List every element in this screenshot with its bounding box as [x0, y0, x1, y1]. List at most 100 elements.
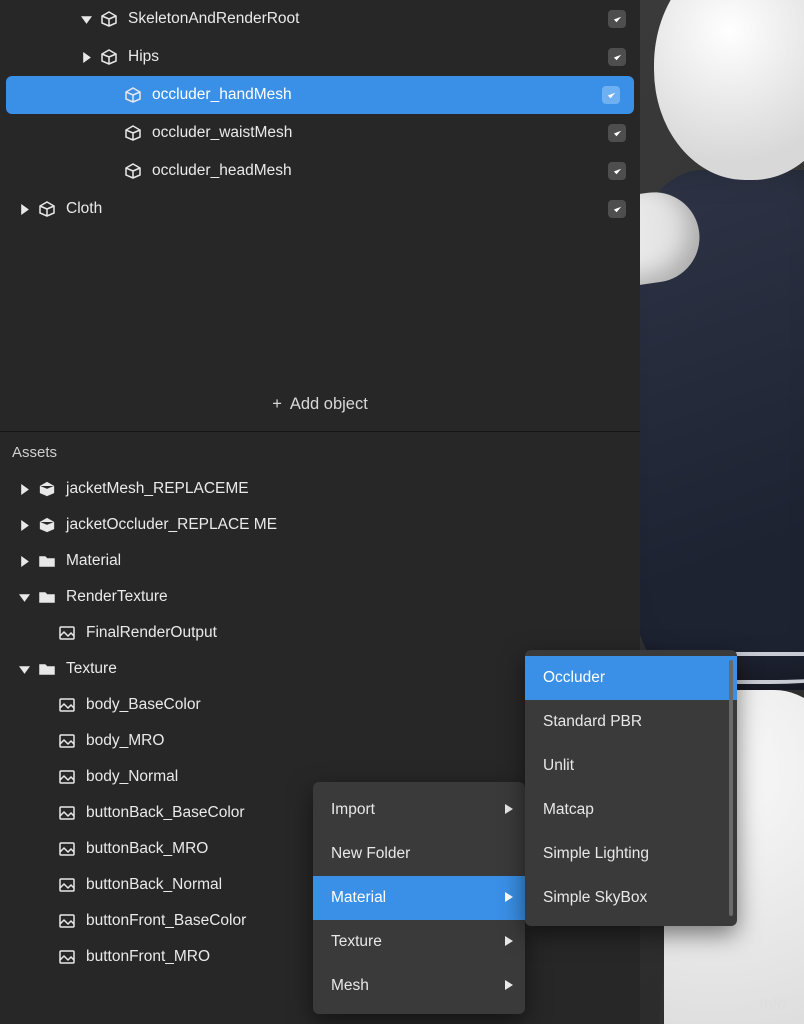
ctx-item-unlit[interactable]: Unlit: [525, 744, 737, 788]
image-icon: [58, 768, 76, 786]
ctx-label: New Folder: [331, 845, 410, 863]
plus-icon: +: [272, 395, 282, 414]
asset-label: buttonBack_BaseColor: [86, 804, 245, 822]
ctx-item-texture[interactable]: Texture: [313, 920, 525, 964]
folder-icon: [38, 552, 56, 570]
ctx-item-new-folder[interactable]: New Folder: [313, 832, 525, 876]
asset-label: Material: [66, 552, 121, 570]
image-icon: [58, 948, 76, 966]
chevron-right-icon[interactable]: [16, 201, 32, 217]
asset-item-material-folder[interactable]: Material: [0, 543, 640, 579]
hierarchy-tree: SkeletonAndRenderRoot Hips: [0, 0, 640, 228]
hierarchy-label: occluder_handMesh: [152, 86, 292, 104]
chevron-right-icon[interactable]: [78, 49, 94, 65]
visibility-checkbox[interactable]: [608, 10, 626, 28]
ctx-label: Material: [331, 889, 386, 907]
ctx-label: Occluder: [543, 669, 605, 687]
ctx-label: Mesh: [331, 977, 369, 995]
image-icon: [58, 732, 76, 750]
asset-label: buttonFront_MRO: [86, 948, 210, 966]
ctx-item-standard-pbr[interactable]: Standard PBR: [525, 700, 737, 744]
hierarchy-label: SkeletonAndRenderRoot: [128, 10, 299, 28]
hierarchy-label: occluder_headMesh: [152, 162, 292, 180]
hierarchy-item-occluder-waist[interactable]: occluder_waistMesh: [0, 114, 640, 152]
mesh-icon: [38, 516, 56, 534]
cube-icon: [124, 124, 142, 142]
chevron-down-icon[interactable]: [78, 11, 94, 27]
chevron-down-icon[interactable]: [16, 661, 32, 677]
chevron-right-icon: [505, 933, 513, 951]
asset-label: body_BaseColor: [86, 696, 201, 714]
asset-item-finalrenderoutput[interactable]: FinalRenderOutput: [0, 615, 640, 651]
chevron-down-icon[interactable]: [16, 589, 32, 605]
ctx-item-material[interactable]: Material: [313, 876, 525, 920]
asset-label: jacketOccluder_REPLACE ME: [66, 516, 277, 534]
ctx-label: Import: [331, 801, 375, 819]
hierarchy-label: Hips: [128, 48, 159, 66]
cube-icon: [124, 86, 142, 104]
ctx-label: Matcap: [543, 801, 594, 819]
asset-label: body_MRO: [86, 732, 164, 750]
hierarchy-label: occluder_waistMesh: [152, 124, 292, 142]
ctx-item-occluder[interactable]: Occluder: [525, 656, 737, 700]
asset-label: buttonBack_Normal: [86, 876, 222, 894]
asset-label: jacketMesh_REPLACEME: [66, 480, 249, 498]
asset-label: buttonFront_BaseColor: [86, 912, 246, 930]
chevron-right-icon: [505, 889, 513, 907]
ctx-item-mesh[interactable]: Mesh: [313, 964, 525, 1008]
visibility-checkbox[interactable]: [608, 48, 626, 66]
ctx-label: Simple Lighting: [543, 845, 649, 863]
cube-icon: [100, 10, 118, 28]
chevron-right-icon[interactable]: [16, 481, 32, 497]
asset-item-rendertexture-folder[interactable]: RenderTexture: [0, 579, 640, 615]
hierarchy-item-occluder-head[interactable]: occluder_headMesh: [0, 152, 640, 190]
ctx-label: Texture: [331, 933, 382, 951]
ctx-item-simple-skybox[interactable]: Simple SkyBox: [525, 876, 737, 920]
image-icon: [58, 624, 76, 642]
image-icon: [58, 840, 76, 858]
hierarchy-item-skeleton-root[interactable]: SkeletonAndRenderRoot: [0, 0, 640, 38]
context-menu-material-types: Occluder Standard PBR Unlit Matcap Simpl…: [525, 650, 737, 926]
visibility-checkbox[interactable]: [608, 162, 626, 180]
hierarchy-item-occluder-hand[interactable]: occluder_handMesh: [6, 76, 634, 114]
asset-label: body_Normal: [86, 768, 178, 786]
ctx-label: Standard PBR: [543, 713, 642, 731]
folder-icon: [38, 588, 56, 606]
hierarchy-item-cloth[interactable]: Cloth: [0, 190, 640, 228]
folder-icon: [38, 660, 56, 678]
image-icon: [58, 804, 76, 822]
add-object-button[interactable]: + Add object: [0, 378, 640, 432]
visibility-checkbox[interactable]: [602, 86, 620, 104]
asset-item-jacketmesh[interactable]: jacketMesh_REPLACEME: [0, 471, 640, 507]
mesh-icon: [38, 480, 56, 498]
context-menu-create: Import New Folder Material Texture Mesh: [313, 782, 525, 1014]
cube-icon: [124, 162, 142, 180]
ctx-item-import[interactable]: Import: [313, 788, 525, 832]
ctx-item-matcap[interactable]: Matcap: [525, 788, 737, 832]
hierarchy-label: Cloth: [66, 200, 102, 218]
cube-icon: [100, 48, 118, 66]
scrollbar[interactable]: [729, 660, 733, 916]
asset-label: Texture: [66, 660, 117, 678]
image-icon: [58, 876, 76, 894]
asset-label: RenderTexture: [66, 588, 168, 606]
add-object-label: Add object: [290, 395, 368, 414]
cube-icon: [38, 200, 56, 218]
assets-panel-title: Assets: [0, 432, 640, 471]
visibility-checkbox[interactable]: [608, 200, 626, 218]
asset-label: buttonBack_MRO: [86, 840, 208, 858]
asset-label: FinalRenderOutput: [86, 624, 217, 642]
chevron-right-icon[interactable]: [16, 517, 32, 533]
asset-item-jacketoccluder[interactable]: jacketOccluder_REPLACE ME: [0, 507, 640, 543]
chevron-right-icon[interactable]: [16, 553, 32, 569]
visibility-checkbox[interactable]: [608, 124, 626, 142]
ctx-item-simple-lighting[interactable]: Simple Lighting: [525, 832, 737, 876]
image-icon: [58, 696, 76, 714]
hierarchy-item-hips[interactable]: Hips: [0, 38, 640, 76]
chevron-right-icon: [505, 801, 513, 819]
ctx-label: Simple SkyBox: [543, 889, 647, 907]
chevron-right-icon: [505, 977, 513, 995]
image-icon: [58, 912, 76, 930]
info-label[interactable]: Info: [759, 996, 786, 1014]
ctx-label: Unlit: [543, 757, 574, 775]
